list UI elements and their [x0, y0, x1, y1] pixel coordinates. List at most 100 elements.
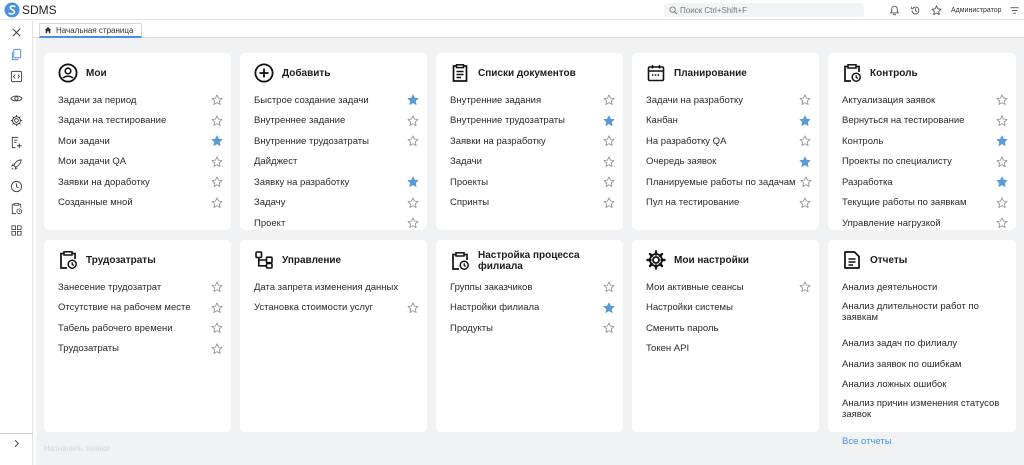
star-outline-icon[interactable]: [996, 197, 1008, 209]
card-item[interactable]: Трудозатраты: [58, 339, 223, 360]
star-outline-icon[interactable]: [211, 281, 223, 293]
card-item[interactable]: Продукты: [450, 318, 615, 339]
card-item[interactable]: Проекты: [450, 172, 615, 193]
card-item[interactable]: Задачу: [254, 193, 419, 214]
card-item[interactable]: Внутренние задания: [450, 90, 615, 111]
card-item[interactable]: Заявку на разработку: [254, 172, 419, 193]
sidebar-item-release[interactable]: [0, 153, 33, 175]
sidebar-item-add-task[interactable]: [0, 131, 33, 153]
sidebar-item-code[interactable]: [0, 65, 33, 87]
star-outline-icon[interactable]: [211, 343, 223, 355]
card-item[interactable]: Заявки на доработку: [58, 172, 223, 193]
star-outline-icon[interactable]: [211, 156, 223, 168]
star-outline-icon[interactable]: [407, 197, 419, 209]
card-item[interactable]: Контроль: [842, 131, 1008, 152]
sidebar-close[interactable]: [0, 21, 33, 43]
card-item[interactable]: Планируемые работы по задачам: [646, 172, 811, 193]
star-filled-icon[interactable]: [996, 135, 1008, 147]
star-filled-icon[interactable]: [407, 94, 419, 106]
card-item[interactable]: Настройки филиала: [450, 298, 615, 319]
card-item[interactable]: Токен API: [646, 339, 811, 360]
card-item[interactable]: Внутренние трудозатраты: [254, 131, 419, 152]
star-outline-icon[interactable]: [996, 156, 1008, 168]
card-item[interactable]: Мои задачи QA: [58, 152, 223, 173]
search-input[interactable]: [680, 5, 860, 15]
star-outline-icon[interactable]: [603, 281, 615, 293]
star-outline-icon[interactable]: [407, 302, 419, 314]
card-item[interactable]: Дайджест: [254, 152, 419, 173]
star-outline-icon[interactable]: [799, 197, 811, 209]
card-item[interactable]: Установка стоимости услуг: [254, 298, 419, 319]
card-item[interactable]: Анализ ложных ошибок: [842, 375, 1008, 396]
star-outline-icon[interactable]: [603, 156, 615, 168]
star-outline-icon[interactable]: [211, 176, 223, 188]
card-item[interactable]: Проект: [254, 213, 419, 234]
star-filled-icon[interactable]: [799, 115, 811, 127]
card-item[interactable]: Созданные мной: [58, 193, 223, 214]
card-item[interactable]: Актуализация заявок: [842, 90, 1008, 111]
card-item[interactable]: На разработку QA: [646, 131, 811, 152]
sidebar-item-view[interactable]: [0, 87, 33, 109]
star-outline-icon[interactable]: [407, 135, 419, 147]
card-item[interactable]: Задачи: [450, 152, 615, 173]
card-item[interactable]: Заявки на разработку: [450, 131, 615, 152]
card-item[interactable]: Сменить пароль: [646, 318, 811, 339]
card-item[interactable]: Задачи на тестирование: [58, 111, 223, 132]
star-outline-icon[interactable]: [603, 176, 615, 188]
card-item[interactable]: Анализ деятельности: [842, 277, 1008, 298]
sidebar-item-documents[interactable]: [0, 43, 33, 65]
all-reports-link[interactable]: Все отчеты: [842, 431, 1008, 452]
card-item[interactable]: Анализ заявок по ошибкам: [842, 354, 1008, 375]
star-outline-icon[interactable]: [603, 135, 615, 147]
bell-icon[interactable]: [888, 4, 901, 17]
star-filled-icon[interactable]: [603, 302, 615, 314]
star-outline-icon[interactable]: [799, 135, 811, 147]
card-item[interactable]: Очередь заявок: [646, 152, 811, 173]
card-item[interactable]: Настройки системы: [646, 298, 811, 319]
global-search[interactable]: [664, 3, 864, 17]
sidebar-item-settings[interactable]: [0, 109, 33, 131]
star-outline-icon[interactable]: [211, 115, 223, 127]
star-outline-icon[interactable]: [603, 197, 615, 209]
sidebar-item-dashboard[interactable]: [0, 219, 33, 241]
star-outline-icon[interactable]: [799, 94, 811, 106]
card-item[interactable]: Текущие работы по заявкам: [842, 193, 1008, 214]
card-item[interactable]: Мои активные сеансы: [646, 277, 811, 298]
assign-requests-link[interactable]: Назначить заявки: [44, 444, 110, 453]
star-outline-icon[interactable]: [996, 217, 1008, 229]
user-name[interactable]: Администратор: [951, 7, 1002, 14]
menu-icon[interactable]: [1008, 4, 1021, 17]
card-item[interactable]: Быстрое создание задачи: [254, 90, 419, 111]
card-item[interactable]: Пул на тестирование: [646, 193, 811, 214]
card-item[interactable]: Дата запрета изменения данных: [254, 277, 419, 298]
card-item[interactable]: Управление нагрузкой: [842, 213, 1008, 234]
card-item[interactable]: Группы заказчиков: [450, 277, 615, 298]
card-item[interactable]: Спринты: [450, 193, 615, 214]
star-filled-icon[interactable]: [211, 135, 223, 147]
card-item[interactable]: Задачи за период: [58, 90, 223, 111]
card-item[interactable]: Анализ длительности работ по заявкам: [842, 298, 1008, 334]
card-item[interactable]: Задачи на разработку: [646, 90, 811, 111]
sidebar-expand[interactable]: [0, 433, 33, 453]
card-item[interactable]: Мои задачи: [58, 131, 223, 152]
app-logo[interactable]: SDMS: [4, 2, 57, 18]
star-outline-icon[interactable]: [407, 217, 419, 229]
history-icon[interactable]: [909, 4, 922, 17]
star-outline-icon[interactable]: [211, 322, 223, 334]
card-item[interactable]: Отсутствие на рабочем месте: [58, 298, 223, 319]
card-item[interactable]: Разработка: [842, 172, 1008, 193]
card-item[interactable]: Занесение трудозатрат: [58, 277, 223, 298]
star-outline-icon[interactable]: [211, 302, 223, 314]
star-filled-icon[interactable]: [996, 176, 1008, 188]
card-item[interactable]: Проекты по специалисту: [842, 152, 1008, 173]
star-outline-icon[interactable]: [996, 94, 1008, 106]
star-outline-icon[interactable]: [799, 281, 811, 293]
star-outline-icon[interactable]: [603, 94, 615, 106]
star-outline-icon[interactable]: [800, 176, 812, 188]
card-item[interactable]: Вернуться на тестирование: [842, 111, 1008, 132]
star-outline-icon[interactable]: [603, 322, 615, 334]
star-outline-icon[interactable]: [996, 115, 1008, 127]
sidebar-item-time[interactable]: [0, 175, 33, 197]
card-item[interactable]: Внутренние трудозатраты: [450, 111, 615, 132]
tab-home[interactable]: Начальная страница: [39, 23, 143, 38]
